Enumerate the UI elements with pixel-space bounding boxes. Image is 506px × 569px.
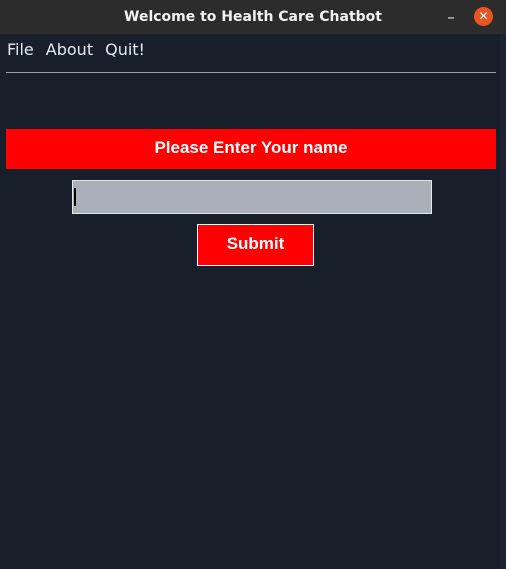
name-prompt-banner: Please Enter Your name [6, 129, 496, 169]
menu-item-quit[interactable]: Quit! [105, 34, 145, 66]
title-bar: Welcome to Health Care Chatbot – ✕ [0, 0, 506, 35]
menu-item-file[interactable]: File [7, 34, 34, 66]
menu-bar: File About Quit! [0, 34, 506, 66]
window-border [500, 34, 506, 569]
name-input[interactable] [72, 180, 432, 214]
menu-item-about[interactable]: About [46, 34, 93, 66]
app-window: Welcome to Health Care Chatbot – ✕ File … [0, 0, 506, 569]
close-icon[interactable]: ✕ [474, 7, 493, 26]
window-title: Welcome to Health Care Chatbot [124, 9, 382, 25]
text-cursor [74, 188, 76, 206]
minimize-icon[interactable]: – [443, 8, 459, 26]
menu-separator [6, 72, 496, 73]
submit-button[interactable]: Submit [197, 224, 314, 266]
